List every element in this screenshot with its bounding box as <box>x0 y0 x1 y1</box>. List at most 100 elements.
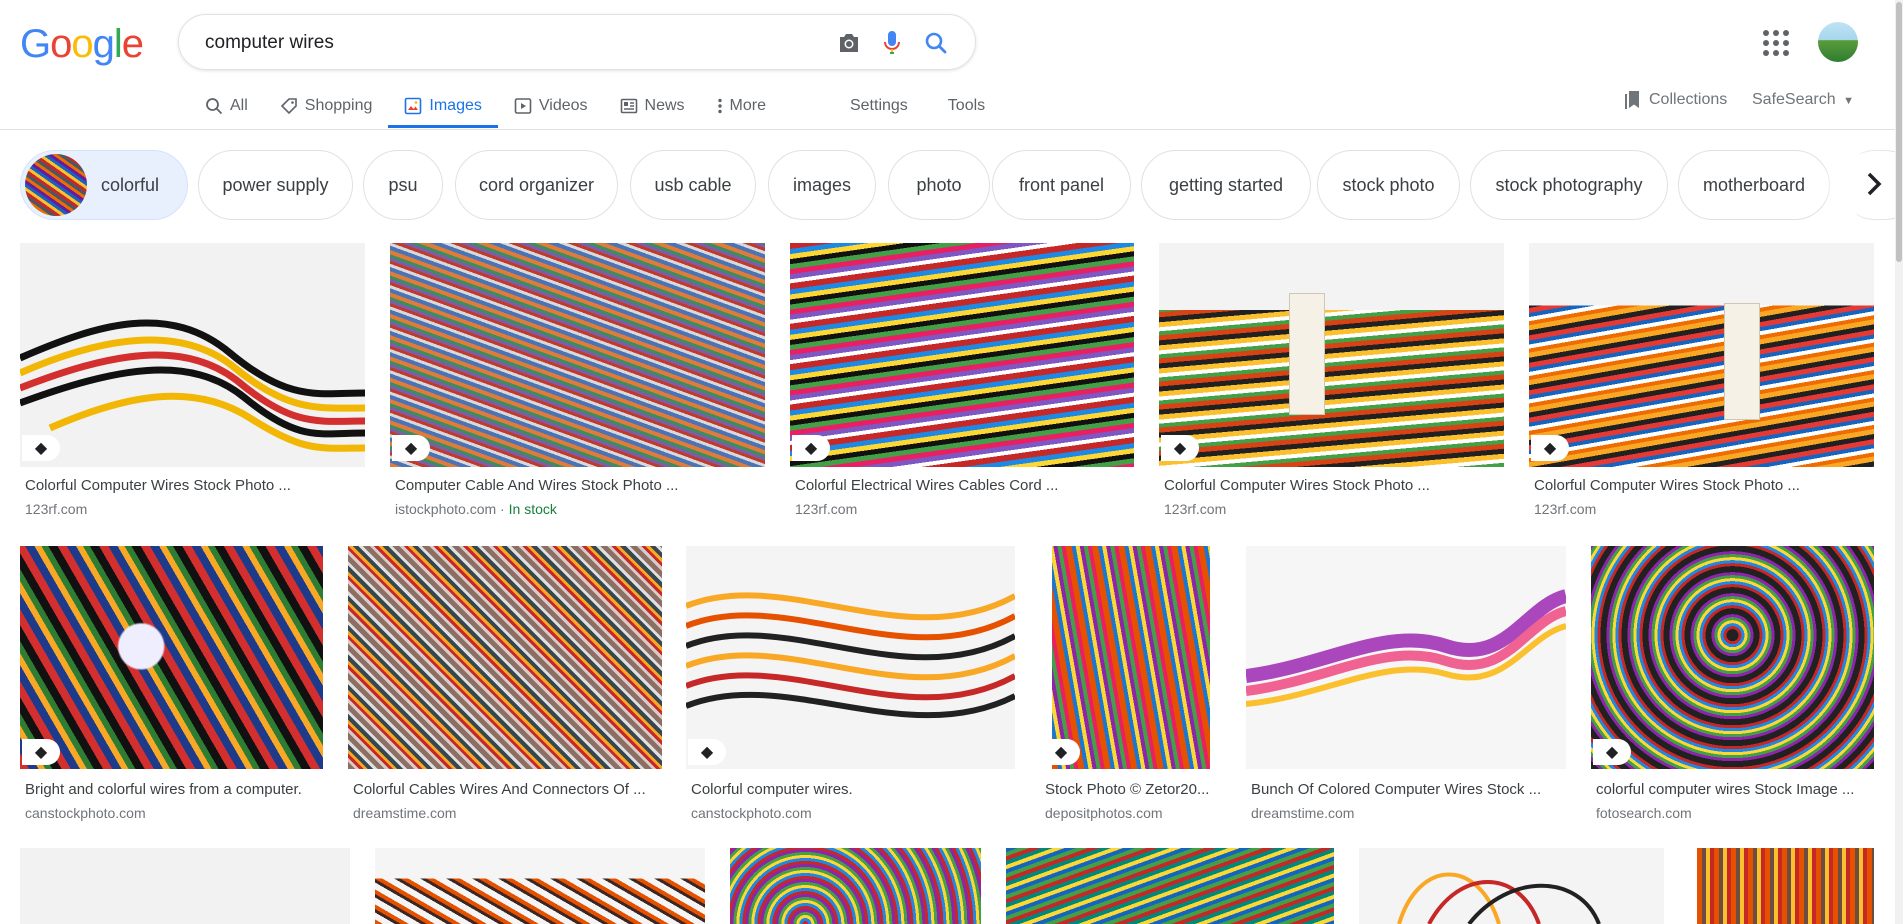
image-result[interactable]: ◆ Colorful computer wires. canstockphoto… <box>686 546 1015 824</box>
image-result[interactable] <box>20 848 350 924</box>
play-icon <box>514 97 532 115</box>
bookmark-icon <box>1625 90 1641 110</box>
tab-more[interactable]: More <box>715 86 768 126</box>
chip-front-panel[interactable]: front panel <box>992 150 1131 220</box>
tab-shopping[interactable]: Shopping <box>278 86 375 126</box>
collections-button[interactable]: Collections <box>1625 90 1727 110</box>
chip-label: front panel <box>1018 174 1105 195</box>
image-result[interactable] <box>1359 848 1664 924</box>
chip-getting-started[interactable]: getting started <box>1141 150 1311 220</box>
result-thumbnail <box>20 243 365 467</box>
result-thumbnail <box>790 243 1134 467</box>
image-result[interactable]: ◆ Computer Cable And Wires Stock Photo .… <box>390 243 765 520</box>
chip-label: images <box>792 174 852 195</box>
chip-label: stock photo <box>1342 174 1435 195</box>
result-thumbnail <box>20 546 323 769</box>
collections-label: Collections <box>1649 91 1728 108</box>
result-source: dreamstime.com <box>1251 805 1355 821</box>
chip-cord-organizer[interactable]: cord organizer <box>455 150 618 220</box>
image-result[interactable]: ◆ Bright and colorful wires from a compu… <box>20 546 323 824</box>
search-input[interactable] <box>203 29 767 57</box>
tab-label: Images <box>429 97 482 114</box>
tools-link[interactable]: Tools <box>946 86 987 126</box>
result-title: Computer Cable And Wires Stock Photo ... <box>395 477 679 494</box>
result-title: Colorful Computer Wires Stock Photo ... <box>1164 477 1430 494</box>
chip-stock-photo[interactable]: stock photo <box>1317 150 1460 220</box>
result-thumbnail <box>1246 546 1566 769</box>
result-thumbnail <box>20 848 350 924</box>
safesearch-dropdown[interactable]: SafeSearch ▼ <box>1752 91 1854 109</box>
image-result[interactable]: ◆ Colorful Computer Wires Stock Photo ..… <box>20 243 365 520</box>
result-thumbnail <box>1591 546 1874 769</box>
tag-icon: ◆ <box>22 435 60 461</box>
chip-usb-cable[interactable]: usb cable <box>630 150 756 220</box>
result-thumbnail <box>348 546 662 769</box>
newspaper-icon <box>620 97 638 115</box>
result-source: canstockphoto.com <box>691 805 812 821</box>
avatar[interactable] <box>1818 22 1858 62</box>
image-result[interactable]: Bunch Of Colored Computer Wires Stock ..… <box>1246 546 1566 824</box>
chip-label: colorful <box>101 174 160 195</box>
caret-down-icon: ▼ <box>1843 95 1854 107</box>
tag-icon: ◆ <box>22 739 60 765</box>
camera-icon[interactable] <box>835 29 863 57</box>
result-thumbnail <box>1359 848 1664 924</box>
chip-label: photo <box>916 174 962 195</box>
search-tabs: All Shopping Images Videos News More Set… <box>203 86 1023 128</box>
chip-label: getting started <box>1168 174 1284 195</box>
apps-grid-icon[interactable] <box>1763 30 1789 56</box>
result-title: Stock Photo © Zetor20... <box>1045 781 1210 798</box>
tag-icon: ◆ <box>1593 739 1631 765</box>
settings-label: Settings <box>849 97 908 114</box>
result-thumbnail <box>375 848 705 924</box>
image-result[interactable]: ◆ Colorful Electrical Wires Cables Cord … <box>790 243 1134 520</box>
result-title: Colorful computer wires. <box>691 781 853 798</box>
image-result[interactable]: ◆ colorful computer wires Stock Image ..… <box>1591 546 1874 824</box>
tab-news[interactable]: News <box>618 86 687 126</box>
logo-letter: G <box>20 22 51 66</box>
result-source: canstockphoto.com <box>25 805 146 821</box>
image-result[interactable]: ◆ Stock Photo © Zetor20... depositphotos… <box>1040 546 1212 824</box>
result-title: Colorful Computer Wires Stock Photo ... <box>1534 477 1800 494</box>
safesearch-label: SafeSearch <box>1752 91 1836 108</box>
image-result[interactable] <box>730 848 981 924</box>
tag-icon: ◆ <box>392 435 430 461</box>
chip-stock-photography[interactable]: stock photography <box>1470 150 1668 220</box>
result-title: Colorful Cables Wires And Connectors Of … <box>353 781 646 798</box>
in-stock-badge: In stock <box>508 501 557 517</box>
image-result[interactable] <box>375 848 705 924</box>
image-result[interactable] <box>1006 848 1334 924</box>
chip-psu[interactable]: psu <box>363 150 443 220</box>
settings-link[interactable]: Settings <box>848 86 910 126</box>
tag-icon: ◆ <box>1161 435 1199 461</box>
result-thumbnail <box>1529 243 1874 467</box>
chip-label: cord organizer <box>478 174 595 195</box>
result-title: Colorful Computer Wires Stock Photo ... <box>25 477 291 494</box>
chip-label: psu <box>388 174 418 195</box>
google-logo[interactable]: Google <box>20 22 144 67</box>
result-title: Bunch Of Colored Computer Wires Stock ..… <box>1251 781 1542 798</box>
search-icon <box>205 97 223 115</box>
chip-colorful[interactable]: colorful <box>20 150 188 220</box>
chip-power-supply[interactable]: power supply <box>198 150 353 220</box>
chip-images[interactable]: images <box>768 150 876 220</box>
chip-photo[interactable]: photo <box>888 150 990 220</box>
image-result[interactable]: ◆ Colorful Computer Wires Stock Photo ..… <box>1529 243 1874 520</box>
tab-all[interactable]: All <box>203 86 250 126</box>
result-source: 123rf.com <box>1534 501 1597 517</box>
tab-label: More <box>729 97 766 114</box>
image-result[interactable] <box>1697 848 1874 924</box>
result-thumbnail <box>1006 848 1334 924</box>
tools-label: Tools <box>947 97 986 114</box>
tag-icon: ◆ <box>792 435 830 461</box>
result-thumbnail <box>390 243 765 467</box>
microphone-icon[interactable] <box>878 29 906 57</box>
scrollbar-thumb[interactable] <box>1896 2 1902 262</box>
chip-label: usb cable <box>654 174 732 195</box>
image-result[interactable]: ◆ Colorful Computer Wires Stock Photo ..… <box>1159 243 1504 520</box>
chip-motherboard[interactable]: motherboard <box>1678 150 1830 220</box>
image-result[interactable]: Colorful Cables Wires And Connectors Of … <box>348 546 662 824</box>
search-submit-icon[interactable] <box>922 29 950 57</box>
tab-videos[interactable]: Videos <box>512 86 590 126</box>
tab-images[interactable]: Images <box>388 86 499 128</box>
